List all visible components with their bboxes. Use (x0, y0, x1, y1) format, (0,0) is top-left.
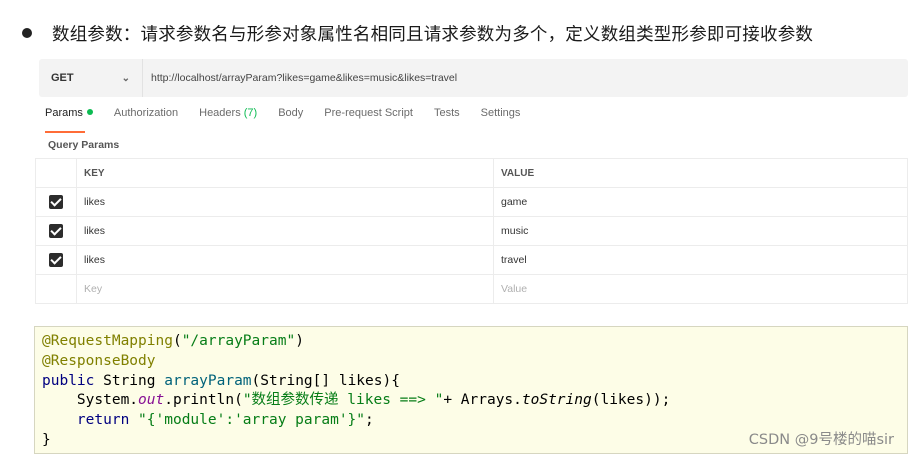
row-checkbox-cell (35, 245, 77, 275)
tab-body[interactable]: Body (278, 107, 303, 127)
request-tabs: Params Authorization Headers (7) Body Pr… (45, 107, 541, 133)
code-static-method: toString (521, 392, 592, 409)
checkbox-checked-icon[interactable] (49, 253, 63, 267)
code-annotation: @RequestMapping (42, 333, 173, 349)
url-input[interactable]: http://localhost/arrayParam?likes=game&l… (143, 72, 457, 84)
tab-tests[interactable]: Tests (434, 107, 460, 127)
param-value[interactable]: music (493, 216, 908, 246)
tab-headers-label: Headers (199, 107, 241, 119)
table-row: likes travel (35, 245, 908, 275)
code-method-name: arrayParam (164, 372, 252, 389)
bullet-icon (22, 28, 32, 38)
postman-request-panel: GET ⌄ http://localhost/arrayParam?likes=… (33, 55, 908, 304)
code-text: String (94, 372, 165, 389)
header-check-cell (35, 158, 77, 188)
header-value: VALUE (493, 158, 908, 188)
code-text: .println( (164, 392, 243, 409)
code-text: ; (365, 412, 374, 429)
chevron-down-icon: ⌄ (121, 72, 130, 84)
headers-count: (7) (243, 107, 258, 119)
url-bar: GET ⌄ http://localhost/arrayParam?likes=… (39, 59, 908, 97)
tab-params-label: Params (45, 107, 83, 119)
row-checkbox-cell (35, 216, 77, 246)
code-string: "/arrayParam" (181, 333, 296, 349)
table-row-empty: Key Value (35, 274, 908, 304)
code-string: "{'module':'array param'}" (129, 412, 366, 429)
tab-pre-request-script[interactable]: Pre-request Script (324, 107, 413, 127)
param-key[interactable]: likes (76, 216, 494, 246)
checkbox-checked-icon[interactable] (49, 224, 63, 238)
code-text: (likes)); (591, 392, 671, 409)
code-text: System. (42, 392, 139, 409)
param-value[interactable]: game (493, 187, 908, 217)
method-select[interactable]: GET ⌄ (39, 59, 143, 97)
tab-authorization[interactable]: Authorization (114, 107, 178, 127)
param-key[interactable]: likes (76, 245, 494, 275)
query-params-title: Query Params (48, 139, 120, 151)
code-field: out (138, 392, 165, 409)
params-indicator-dot (86, 109, 93, 115)
new-key-input[interactable]: Key (76, 274, 494, 304)
param-value[interactable]: travel (493, 245, 908, 275)
row-checkbox-cell (35, 187, 77, 217)
code-text: ) (295, 333, 304, 349)
watermark: CSDN @9号楼的喵sir (748, 432, 894, 448)
query-params-table: KEY VALUE likes game likes music likes t… (35, 158, 908, 304)
code-text: ( (172, 333, 182, 349)
heading-text: 数组参数：请求参数名与形参对象属性名相同且请求参数为多个，定义数组类型形参即可接… (52, 24, 814, 45)
new-value-input[interactable]: Value (493, 274, 908, 304)
header-key: KEY (76, 158, 494, 188)
code-keyword: return (42, 412, 130, 429)
code-block: @RequestMapping("/arrayParam") @Response… (42, 332, 670, 451)
code-text: (String[] likes){ (251, 372, 400, 389)
heading-row: 数组参数：请求参数名与形参对象属性名相同且请求参数为多个，定义数组类型形参即可接… (18, 18, 813, 48)
code-text: + Arrays. (443, 392, 522, 409)
tab-headers[interactable]: Headers (7) (199, 107, 257, 127)
tab-params[interactable]: Params (45, 107, 93, 133)
code-annotation: @ResponseBody (42, 352, 156, 369)
row-checkbox-cell (35, 274, 77, 304)
code-text: } (42, 431, 51, 448)
table-row: likes music (35, 216, 908, 246)
table-row: likes game (35, 187, 908, 217)
code-keyword: public (42, 372, 95, 389)
tab-settings[interactable]: Settings (481, 107, 521, 127)
table-header-row: KEY VALUE (35, 158, 908, 188)
method-label: GET (51, 72, 74, 84)
param-key[interactable]: likes (76, 187, 494, 217)
checkbox-checked-icon[interactable] (49, 195, 63, 209)
code-string: "数组参数传递 likes ==> " (242, 392, 444, 409)
